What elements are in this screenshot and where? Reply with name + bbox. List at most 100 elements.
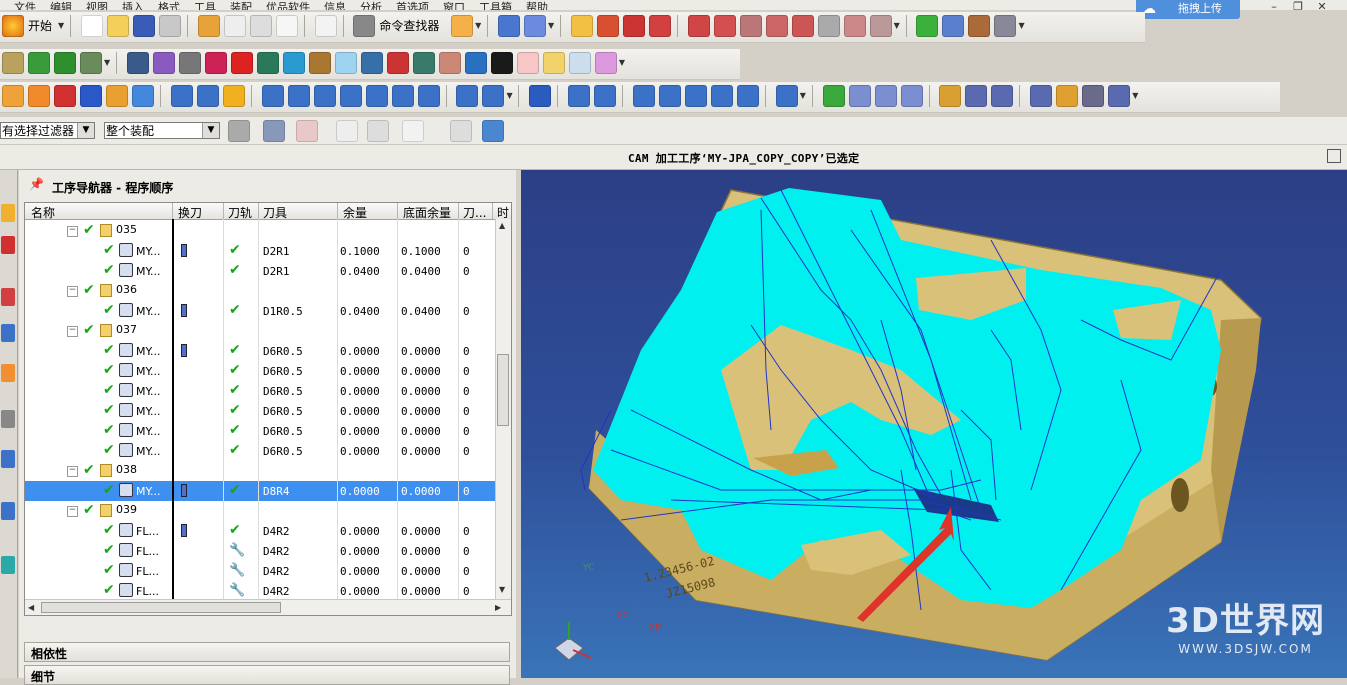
machine-nav-icon[interactable] (1, 410, 15, 428)
solid-icon[interactable] (386, 52, 409, 74)
details-panel[interactable]: 细节 ⌄ (24, 665, 510, 685)
dependencies-panel[interactable]: 相依性 ⌄ (24, 642, 510, 662)
plane-icon[interactable] (334, 52, 357, 74)
menu-item[interactable]: 插入 (122, 2, 144, 10)
web-browser-icon[interactable] (1, 502, 15, 520)
chip-icon[interactable] (632, 85, 655, 107)
collapse-icon[interactable]: − (67, 466, 78, 477)
chevron-down-icon[interactable]: ▼ (1132, 85, 1140, 107)
red-box-icon[interactable] (54, 85, 76, 107)
cancel-icon[interactable] (230, 52, 253, 74)
operation-row[interactable]: ✔ MY... ✔ D6R0.5 0.0000 0.0000 0 (25, 401, 495, 421)
polygon-icon[interactable] (765, 15, 788, 37)
operation-row[interactable]: ✔ FL... ✔ D4R2 0.0000 0.0000 0 (25, 521, 495, 541)
chevron-down-icon[interactable]: ▼ (506, 85, 514, 107)
scroll-thumb[interactable] (41, 602, 281, 613)
minimize-icon[interactable]: – (1262, 1, 1286, 12)
operation-row[interactable]: ✔ FL... 🔧 D4R2 0.0000 0.0000 0 (25, 561, 495, 581)
part-icon[interactable] (152, 52, 175, 74)
menu-item[interactable]: 格式 (158, 2, 180, 10)
wave-link-icon[interactable] (524, 15, 546, 37)
menu-item[interactable]: 首选项 (396, 2, 429, 10)
palette-icon[interactable] (1, 556, 15, 574)
type-filter-select[interactable]: 有选择过滤器 ▼ (0, 122, 95, 139)
menu-item[interactable]: 窗口 (443, 2, 465, 10)
pin-icon[interactable]: 📌 (29, 177, 44, 191)
chevron-down-icon[interactable]: ▼ (548, 15, 556, 37)
list-icon[interactable] (684, 85, 707, 107)
group-row[interactable]: − ✔ 038 (25, 461, 495, 481)
operation-row[interactable]: ✔ MY... ✔ D2R1 0.0400 0.0400 0 (25, 261, 495, 281)
chevron-down-icon[interactable]: ▼ (58, 15, 66, 37)
chevron-down-icon[interactable]: ▼ (800, 85, 808, 107)
key-icon[interactable] (1056, 85, 1079, 107)
wireframe-icon[interactable] (482, 120, 504, 142)
connect-icon[interactable] (339, 85, 362, 107)
program-icon[interactable] (568, 85, 591, 107)
trim-icon[interactable] (843, 15, 866, 37)
tool-data-icon[interactable] (1108, 85, 1131, 107)
clock-icon[interactable] (1082, 85, 1105, 107)
grid-icon[interactable] (365, 85, 388, 107)
report-icon[interactable] (900, 85, 923, 107)
sheet-icon[interactable] (412, 52, 435, 74)
scroll-down-icon[interactable]: ▼ (499, 585, 505, 594)
history-icon[interactable] (1, 450, 15, 468)
constraint-nav-icon[interactable] (1, 236, 15, 254)
vertical-scrollbar[interactable]: ▲ ▼ (495, 219, 511, 599)
collapse-icon[interactable]: − (67, 506, 78, 517)
arc-icon[interactable] (713, 15, 736, 37)
assembly-nav-icon[interactable] (1, 204, 15, 222)
group-row[interactable]: − ✔ 036 (25, 281, 495, 301)
revolve-icon[interactable] (54, 52, 76, 74)
menu-item[interactable]: 优品软件 (266, 2, 310, 10)
curve-icon[interactable] (596, 15, 619, 37)
pin-icon[interactable] (308, 52, 331, 74)
rect-select-icon[interactable] (402, 120, 424, 142)
barcode-icon[interactable] (710, 85, 733, 107)
undo-icon[interactable] (314, 15, 337, 37)
start-icon[interactable] (2, 15, 24, 37)
layer-icon[interactable] (968, 15, 991, 37)
sketch-icon[interactable] (570, 15, 593, 37)
capsule-icon[interactable] (222, 85, 245, 107)
operation-row[interactable]: ✔ MY... ✔ D6R0.5 0.0000 0.0000 0 (25, 381, 495, 401)
save-icon[interactable] (132, 15, 155, 37)
extend-icon[interactable] (869, 15, 892, 37)
view-icon[interactable] (994, 15, 1017, 37)
measure-icon[interactable] (942, 15, 965, 37)
cylinder-icon[interactable] (594, 52, 617, 74)
chamfer-icon[interactable] (817, 15, 840, 37)
verify-icon[interactable] (822, 85, 845, 107)
refresh-icon[interactable] (451, 15, 474, 37)
target-icon[interactable] (542, 52, 565, 74)
menu-item[interactable]: 编辑 (50, 2, 72, 10)
menu-item[interactable]: 信息 (324, 2, 346, 10)
edit-icon[interactable] (178, 52, 201, 74)
blue-cube-icon[interactable] (132, 85, 154, 107)
operation-row[interactable]: ✔ FL... 🔧 D4R2 0.0000 0.0000 0 (25, 541, 495, 561)
operation-row[interactable]: ✔ MY... ✔ D8R4 0.0000 0.0000 0 (25, 481, 495, 501)
chevron-down-icon[interactable]: ▼ (475, 15, 483, 37)
column-header[interactable]: 换刀 (178, 204, 202, 221)
part-nav-icon[interactable] (1, 288, 15, 306)
window-icon[interactable] (170, 85, 193, 107)
check-icon[interactable] (916, 15, 939, 37)
box-icon[interactable] (360, 52, 383, 74)
flag-icon[interactable] (939, 85, 962, 107)
collapse-icon[interactable]: − (67, 326, 78, 337)
upload-button[interactable]: ☁ 拖拽上传 (1136, 0, 1240, 19)
crosshair-icon[interactable] (336, 120, 358, 142)
group-row[interactable]: − ✔ 035 (25, 221, 495, 241)
pig-icon[interactable] (516, 52, 539, 74)
cut-icon[interactable] (197, 15, 220, 37)
arrow-select-icon[interactable] (263, 120, 285, 142)
block-icon[interactable] (2, 52, 24, 74)
column-header[interactable]: 刀轨 (228, 204, 252, 221)
scope-filter-select[interactable]: 整个装配 ▼ (104, 122, 220, 139)
orange-cube-icon[interactable] (106, 85, 128, 107)
operation-row[interactable]: ✔ MY... ✔ D2R1 0.1000 0.1000 0 (25, 241, 495, 261)
column-header[interactable]: 余量 (343, 204, 367, 221)
close-icon[interactable]: ✕ (1310, 1, 1334, 12)
wrench-icon[interactable] (736, 85, 759, 107)
